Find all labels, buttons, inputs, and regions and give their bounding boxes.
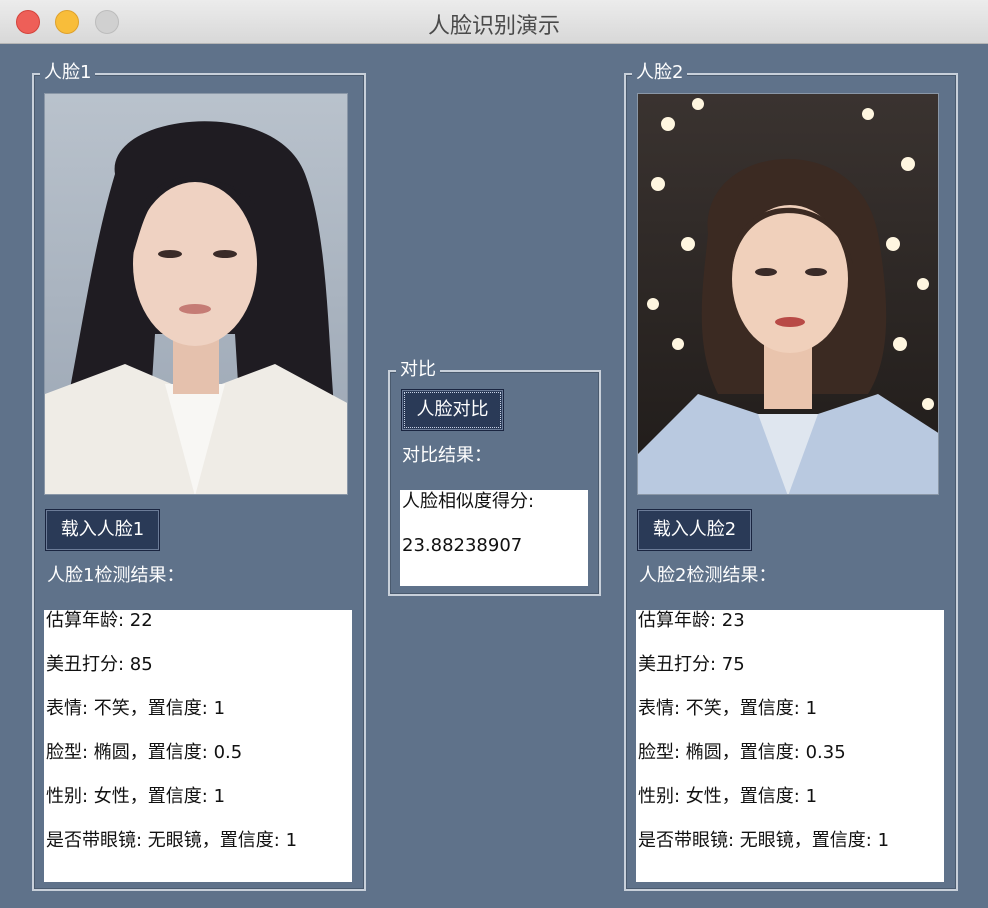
face1-group-label: 人脸1 (40, 61, 96, 85)
face2-photo (637, 93, 939, 495)
face2-result-box: 估算年龄: 23 美丑打分: 75 表情: 不笑，置信度: 1 脸型: 椭圆，置… (636, 610, 944, 882)
similarity-score-label: 人脸相似度得分: (402, 491, 535, 512)
compare-result-label: 对比结果： (402, 445, 492, 466)
face1-result-glasses: 是否带眼镜: 无眼镜，置信度: 1 (46, 830, 298, 851)
load-face2-button[interactable]: 载入人脸2 (637, 509, 752, 551)
face2-result-glasses: 是否带眼镜: 无眼镜，置信度: 1 (638, 830, 890, 851)
face2-group-label: 人脸2 (632, 61, 688, 85)
app-window: 人脸识别演示 人脸1 载入人脸1 人脸1检测结果： 估算年龄: 22 美丑打分:… (0, 0, 988, 908)
face2-result-gender: 性别: 女性，置信度: 1 (638, 786, 818, 807)
face1-result-gender: 性别: 女性，置信度: 1 (46, 786, 226, 807)
face2-result-expression: 表情: 不笑，置信度: 1 (638, 698, 818, 719)
face2-result-face-shape: 脸型: 椭圆，置信度: 0.35 (638, 742, 846, 763)
load-face1-button[interactable]: 载入人脸1 (45, 509, 160, 551)
face2-result-label: 人脸2检测结果： (639, 565, 777, 586)
window-title: 人脸识别演示 (427, 14, 560, 39)
compare-group-label: 对比 (396, 358, 440, 382)
face2-result-beauty: 美丑打分: 75 (638, 654, 745, 675)
compare-faces-button[interactable]: 人脸对比 (401, 389, 504, 431)
compare-result-box: 人脸相似度得分: 23.88238907 (400, 490, 588, 586)
face2-result-age: 估算年龄: 23 (638, 610, 745, 631)
face1-result-expression: 表情: 不笑，置信度: 1 (46, 698, 226, 719)
face1-result-label: 人脸1检测结果： (47, 565, 185, 586)
face1-result-age: 估算年龄: 22 (46, 610, 153, 631)
face1-photo (44, 93, 348, 495)
face1-result-face-shape: 脸型: 椭圆，置信度: 0.5 (46, 742, 243, 763)
title-bar[interactable]: 人脸识别演示 (0, 0, 988, 44)
similarity-score-value: 23.88238907 (402, 535, 523, 556)
face1-result-box: 估算年龄: 22 美丑打分: 85 表情: 不笑，置信度: 1 脸型: 椭圆，置… (44, 610, 352, 882)
face1-result-beauty: 美丑打分: 85 (46, 654, 153, 675)
